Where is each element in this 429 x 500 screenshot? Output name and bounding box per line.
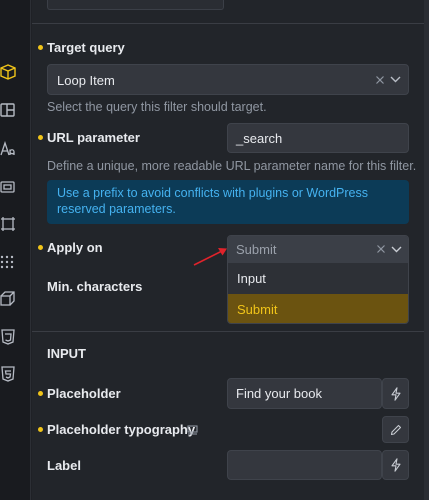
grid-icon[interactable] (0, 254, 16, 270)
dynamic-data-button[interactable] (382, 378, 409, 409)
required-dot (38, 135, 43, 140)
chevron-down-icon[interactable] (391, 246, 402, 253)
frame-icon[interactable] (0, 179, 16, 195)
edit-typography-button[interactable] (382, 416, 409, 443)
previous-field[interactable] (47, 0, 224, 10)
clear-icon[interactable] (376, 76, 384, 84)
target-query-help: Select the query this filter should targ… (47, 100, 267, 114)
apply-on-label: Apply on (47, 240, 103, 255)
min-characters-label: Min. characters (47, 279, 143, 294)
option-submit[interactable]: Submit (228, 294, 408, 323)
desktop-icon (187, 425, 198, 435)
cube-icon[interactable] (0, 64, 16, 80)
apply-on-select[interactable]: Submit Input Submit (227, 235, 409, 324)
lightning-icon (390, 458, 401, 472)
layout-icon[interactable] (0, 102, 16, 118)
scrollbar[interactable] (424, 0, 429, 500)
required-dot (38, 427, 43, 432)
required-dot (38, 45, 43, 50)
url-parameter-input[interactable]: _search (227, 123, 409, 153)
option-label: Input (237, 271, 266, 286)
box-3d-icon[interactable] (0, 291, 16, 307)
url-parameter-value: _search (236, 131, 283, 146)
option-input[interactable]: Input (228, 263, 408, 294)
prefix-notice: Use a prefix to avoid conflicts with plu… (47, 180, 409, 224)
top-divider (32, 23, 429, 24)
target-query-label: Target query (47, 40, 125, 55)
css3-icon[interactable] (0, 329, 16, 345)
label-field-label: Label (47, 458, 81, 473)
input-section-title: INPUT (47, 346, 86, 361)
placeholder-value: Find your book (236, 386, 322, 401)
crop-icon[interactable] (0, 216, 16, 232)
typography-icon[interactable] (0, 141, 16, 157)
placeholder-input[interactable]: Find your book (227, 378, 382, 409)
settings-panel: Target query Loop Item Select the query … (32, 0, 429, 500)
annotation-arrow-icon (193, 248, 227, 266)
html5-icon[interactable] (0, 366, 16, 382)
placeholder-typography-label: Placeholder typography (47, 422, 196, 437)
url-parameter-label: URL parameter (47, 130, 140, 145)
pencil-icon (390, 424, 401, 435)
dynamic-data-button[interactable] (382, 450, 409, 480)
chevron-down-icon[interactable] (390, 76, 401, 83)
clear-icon[interactable] (377, 245, 385, 253)
icon-sidebar (0, 0, 31, 500)
lightning-icon (390, 386, 401, 401)
target-query-select[interactable]: Loop Item (47, 64, 409, 95)
target-query-value: Loop Item (57, 73, 115, 88)
label-input[interactable] (227, 450, 382, 480)
apply-on-current[interactable]: Submit (228, 236, 408, 263)
section-divider (32, 331, 429, 332)
option-label: Submit (237, 302, 278, 317)
placeholder-label: Placeholder (47, 386, 121, 401)
required-dot (38, 391, 43, 396)
url-parameter-help: Define a unique, more readable URL param… (47, 159, 417, 173)
apply-on-value: Submit (236, 242, 277, 257)
required-dot (38, 245, 43, 250)
